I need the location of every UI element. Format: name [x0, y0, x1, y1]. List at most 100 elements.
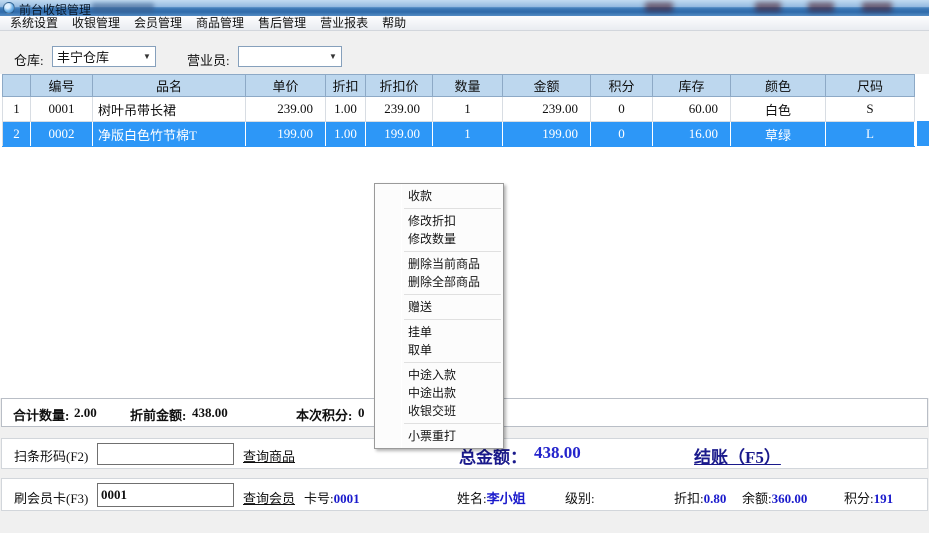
menu-3[interactable]: 商品管理 [189, 16, 251, 30]
clerk-combobox[interactable]: ▼ [238, 46, 342, 67]
menu-1[interactable]: 收银管理 [65, 16, 127, 30]
member-level: 级别: [565, 488, 595, 507]
product-grid: 编号品名单价折扣折扣价数量金额积分库存颜色尺码 10001树叶吊带长裙239.0… [2, 74, 915, 147]
clerk-label: 营业员: [187, 50, 230, 69]
member-name: 姓名:李小姐 [457, 488, 526, 507]
card-no-value: 0001 [334, 491, 360, 506]
cell: 1 [433, 122, 503, 147]
col-header-2[interactable]: 品名 [93, 75, 246, 97]
cell: 0 [591, 122, 653, 147]
cell: 60.00 [653, 97, 731, 122]
cell: 239.00 [246, 97, 326, 122]
session-points-label: 本次积分: [296, 405, 352, 424]
member-card-label: 刷会员卡(F3) [14, 488, 88, 507]
member-points-value: 191 [874, 491, 894, 506]
cell: 2 [3, 122, 31, 147]
table-row[interactable]: 10001树叶吊带长裙239.001.00239.001239.00060.00… [3, 97, 915, 122]
col-header-9[interactable]: 库存 [653, 75, 731, 97]
menu-4[interactable]: 售后管理 [251, 16, 313, 30]
context-menu-item[interactable]: 中途入款 [375, 366, 503, 384]
member-points: 积分:191 [844, 488, 893, 507]
query-member-link[interactable]: 查询会员 [243, 488, 295, 507]
menu-0[interactable]: 系统设置 [3, 16, 65, 30]
col-header-7[interactable]: 金额 [503, 75, 591, 97]
scan-barcode-label: 扫条形码(F2) [14, 446, 88, 465]
app-icon [3, 2, 15, 14]
menu-2[interactable]: 会员管理 [127, 16, 189, 30]
warehouse-combobox[interactable]: 丰宁仓库 ▼ [52, 46, 156, 67]
col-header-0[interactable] [3, 75, 31, 97]
col-header-3[interactable]: 单价 [246, 75, 326, 97]
col-header-6[interactable]: 数量 [433, 75, 503, 97]
menu-separator [404, 294, 501, 295]
context-menu-item[interactable]: 修改折扣 [375, 212, 503, 230]
pre-discount-value: 438.00 [192, 405, 228, 421]
context-menu-item[interactable]: 收银交班 [375, 402, 503, 420]
warehouse-label: 仓库: [14, 50, 44, 69]
app-window: 前台收银管理 系统设置收银管理会员管理商品管理售后管理营业报表帮助 仓库: 丰宁… [0, 0, 929, 533]
context-menu-item[interactable]: 删除全部商品 [375, 273, 503, 291]
cell: 1 [3, 97, 31, 122]
grid-header-row: 编号品名单价折扣折扣价数量金额积分库存颜色尺码 [3, 75, 915, 97]
title-bar: 前台收银管理 [0, 0, 929, 16]
col-header-11[interactable]: 尺码 [826, 75, 915, 97]
col-header-5[interactable]: 折扣价 [366, 75, 433, 97]
menu-separator [404, 319, 501, 320]
context-menu-item[interactable]: 修改数量 [375, 230, 503, 248]
session-points-value: 0 [358, 405, 365, 421]
cell: S [826, 97, 915, 122]
menu-separator [404, 208, 501, 209]
cell: 0002 [31, 122, 93, 147]
card-no: 卡号:0001 [304, 488, 360, 507]
col-header-8[interactable]: 积分 [591, 75, 653, 97]
cell: 199.00 [503, 122, 591, 147]
barcode-input[interactable] [97, 443, 234, 465]
context-menu: 收款修改折扣修改数量删除当前商品删除全部商品赠送挂单取单中途入款中途出款收银交班… [374, 183, 504, 449]
cell: 净版白色竹节棉T [93, 122, 246, 147]
col-header-4[interactable]: 折扣 [326, 75, 366, 97]
cell: 199.00 [366, 122, 433, 147]
checkout-button[interactable]: 结账（F5） [694, 443, 781, 468]
member-balance: 余额:360.00 [742, 488, 807, 507]
cell: 0001 [31, 97, 93, 122]
member-discount: 折扣:0.80 [674, 488, 726, 507]
grand-total-value: 438.00 [534, 443, 581, 463]
titlebar-blur-blob [755, 2, 781, 12]
cell: 16.00 [653, 122, 731, 147]
table-row[interactable]: 20002净版白色竹节棉T199.001.00199.001199.00016.… [3, 122, 915, 147]
context-menu-item[interactable]: 中途出款 [375, 384, 503, 402]
query-product-link[interactable]: 查询商品 [243, 446, 295, 465]
context-menu-item[interactable]: 小票重打 [375, 427, 503, 445]
cell: 1.00 [326, 122, 366, 147]
cell: 1 [433, 97, 503, 122]
total-qty-label: 合计数量: [13, 405, 69, 424]
menu-separator [404, 423, 501, 424]
titlebar-blur-blob [862, 2, 892, 12]
member-strip: 刷会员卡(F3) 查询会员 卡号:0001 姓名:李小姐 级别: 折扣:0.80… [1, 478, 928, 511]
context-menu-item[interactable]: 收款 [375, 187, 503, 205]
context-menu-item[interactable]: 挂单 [375, 323, 503, 341]
member-name-value: 李小姐 [487, 491, 526, 506]
cell: 1.00 [326, 97, 366, 122]
cell: 草绿 [731, 122, 826, 147]
context-menu-item[interactable]: 取单 [375, 341, 503, 359]
titlebar-blurred-text [92, 3, 154, 13]
member-card-input[interactable] [97, 483, 234, 507]
chevron-down-icon[interactable]: ▼ [325, 52, 341, 61]
cell: 白色 [731, 97, 826, 122]
col-header-1[interactable]: 编号 [31, 75, 93, 97]
context-menu-item[interactable]: 删除当前商品 [375, 255, 503, 273]
titlebar-blur-blob [808, 2, 834, 12]
col-header-10[interactable]: 颜色 [731, 75, 826, 97]
cell: 0 [591, 97, 653, 122]
menu-bar: 系统设置收银管理会员管理商品管理售后管理营业报表帮助 [0, 16, 929, 31]
member-discount-value: 0.80 [704, 491, 727, 506]
cell: 239.00 [503, 97, 591, 122]
chevron-down-icon[interactable]: ▼ [139, 52, 155, 61]
menu-5[interactable]: 营业报表 [313, 16, 375, 30]
context-menu-item[interactable]: 赠送 [375, 298, 503, 316]
menu-6[interactable]: 帮助 [375, 16, 413, 30]
menu-separator [404, 251, 501, 252]
cell: L [826, 122, 915, 147]
total-qty-value: 2.00 [74, 405, 97, 421]
